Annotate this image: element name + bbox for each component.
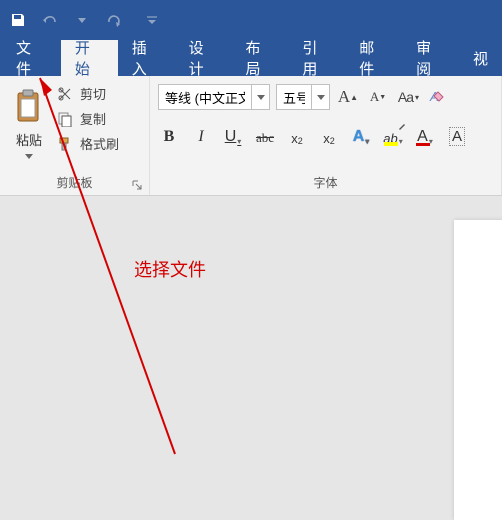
menu-bar: 文件 开始 插入 设计 布局 引用 邮件 审阅 视 [0,40,502,76]
superscript-button[interactable]: x2 [318,124,340,146]
group-clipboard: 粘贴 剪切 复制 [0,76,150,195]
undo-icon[interactable] [40,10,60,30]
ribbon: 粘贴 剪切 复制 [0,76,502,196]
paste-icon [12,86,46,128]
save-icon[interactable] [8,10,28,30]
tab-file[interactable]: 文件 [0,40,61,76]
tab-design[interactable]: 设计 [175,40,232,76]
change-case-button[interactable]: Aa▾ [396,85,420,109]
italic-button[interactable]: I [190,124,212,146]
tab-insert[interactable]: 插入 [118,40,175,76]
char-shading-button[interactable]: A [446,124,468,146]
font-size-input[interactable] [277,85,311,109]
format-painter-button[interactable]: 格式刷 [56,134,119,153]
font-color-button[interactable]: A▾ [414,124,436,146]
text-effects-button[interactable]: A▾ [350,124,372,146]
font-size-dropdown-icon[interactable] [311,85,329,109]
tab-mailings[interactable]: 邮件 [345,40,402,76]
copy-label: 复制 [80,109,106,128]
paste-label: 粘贴 [16,130,42,149]
clipboard-group-label: 剪贴板 [6,172,143,193]
annotation-text: 选择文件 [134,256,206,282]
grow-font-button[interactable]: A▲ [336,85,360,109]
font-group-label: 字体 [156,172,495,193]
scissors-icon [56,85,74,103]
cut-button[interactable]: 剪切 [56,84,119,103]
tab-layout[interactable]: 布局 [232,40,289,76]
font-name-input[interactable] [159,85,251,109]
tab-home[interactable]: 开始 [61,40,118,76]
copy-icon [56,110,74,128]
document-area [0,196,502,517]
underline-button[interactable]: U▾ [222,124,244,146]
paste-button[interactable]: 粘贴 [6,80,52,161]
font-name-dropdown-icon[interactable] [251,85,269,109]
copy-button[interactable]: 复制 [56,109,119,128]
paste-dropdown-icon[interactable] [25,151,33,161]
title-bar [0,0,502,40]
tab-references[interactable]: 引用 [288,40,345,76]
subscript-button[interactable]: x2 [286,124,308,146]
font-name-combo[interactable] [158,84,270,110]
tab-view[interactable]: 视 [459,40,502,76]
cut-label: 剪切 [80,84,106,103]
clear-formatting-button[interactable]: A [426,86,448,108]
group-font: A▲ A▼ Aa▾ A B I U▾ abc x2 x2 A▾ ab ▾ [150,76,502,195]
clipboard-launcher-icon[interactable] [131,179,143,191]
strikethrough-button[interactable]: abc [254,124,276,146]
redo-icon[interactable] [104,10,124,30]
highlight-button[interactable]: ab ▾ [382,124,404,146]
bold-button[interactable]: B [158,124,180,146]
font-size-combo[interactable] [276,84,330,110]
customize-qat-icon[interactable] [142,10,162,30]
undo-dropdown-icon[interactable] [72,10,92,30]
format-painter-label: 格式刷 [80,134,119,153]
document-page[interactable] [454,220,502,520]
tab-review[interactable]: 审阅 [402,40,459,76]
format-painter-icon [56,135,74,153]
shrink-font-button[interactable]: A▼ [366,85,390,109]
